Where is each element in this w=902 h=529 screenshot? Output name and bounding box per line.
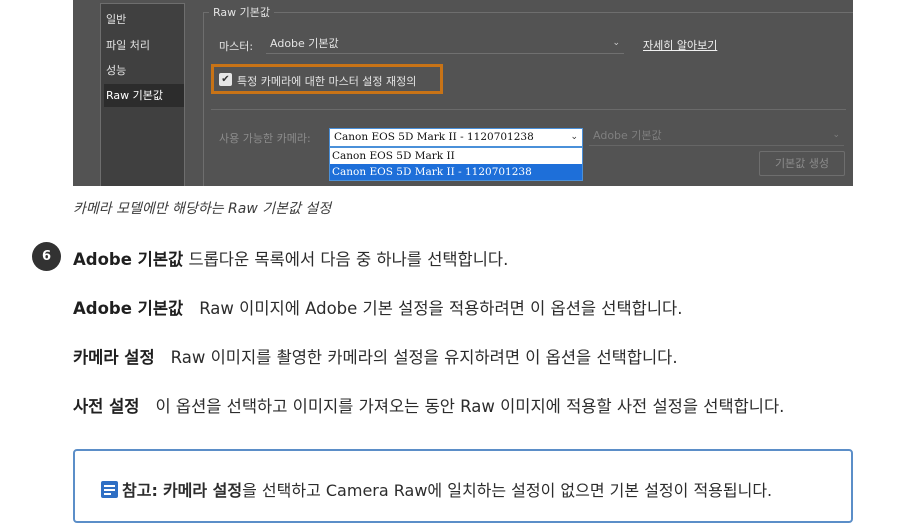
note-text: 참고: 카메라 설정을 선택하고 Camera Raw에 일치하는 설정이 없으… — [101, 477, 772, 501]
option-description: 이 옵션을 선택하고 이미지를 가져오는 동안 Raw 이미지에 적용할 사전 … — [155, 397, 785, 416]
available-cameras-label: 사용 가능한 카메라: — [219, 132, 311, 145]
option-term: Adobe 기본값 — [73, 299, 184, 318]
camera-dropdown[interactable]: Canon EOS 5D Mark II - 1120701238 ⌄ — [329, 128, 583, 147]
note-term: 카메라 설정 — [162, 481, 243, 500]
category-file-handling[interactable]: 파일 처리 — [104, 34, 184, 57]
note-box: 참고: 카메라 설정을 선택하고 Camera Raw에 일치하는 설정이 없으… — [73, 449, 853, 523]
chevron-down-icon: ⌄ — [570, 132, 578, 142]
category-general[interactable]: 일반 — [104, 8, 184, 31]
camera-option[interactable]: Canon EOS 5D Mark II — [330, 148, 582, 164]
step-number-badge: 6 — [32, 242, 61, 271]
option-preset: 사전 설정 이 옵션을 선택하고 이미지를 가져오는 동안 Raw 이미지에 적용… — [73, 393, 784, 417]
category-raw-defaults[interactable]: Raw 기본값 — [104, 84, 184, 107]
master-label: 마스터: — [219, 40, 254, 53]
option-term: 카메라 설정 — [73, 348, 155, 367]
camera-dropdown-value: Canon EOS 5D Mark II - 1120701238 — [334, 131, 534, 143]
create-default-button[interactable]: 기본값 생성 — [759, 151, 845, 176]
step-term: Adobe 기본값 — [73, 250, 184, 269]
override-checkbox[interactable]: ✔ — [219, 73, 232, 86]
option-term: 사전 설정 — [73, 397, 140, 416]
master-dropdown-value: Adobe 기본값 — [270, 37, 339, 50]
option-description: Raw 이미지에 Adobe 기본 설정을 적용하려면 이 옵션을 선택합니다. — [199, 299, 683, 318]
option-description: Raw 이미지를 촬영한 카메라의 설정을 유지하려면 이 옵션을 선택합니다. — [170, 348, 678, 367]
group-separator — [211, 109, 846, 110]
preferences-category-list: 일반 파일 처리 성능 Raw 기본값 — [100, 3, 185, 186]
option-adobe-default: Adobe 기본값 Raw 이미지에 Adobe 기본 설정을 적용하려면 이 옵… — [73, 295, 682, 319]
camera-default-dropdown-value: Adobe 기본값 — [593, 129, 662, 142]
raw-defaults-group-title: Raw 기본값 — [209, 4, 274, 20]
note-label: 참고: — [122, 481, 158, 500]
option-camera-settings: 카메라 설정 Raw 이미지를 촬영한 카메라의 설정을 유지하려면 이 옵션을 … — [73, 344, 678, 368]
note-icon — [101, 481, 118, 498]
step-instruction: Adobe 기본값 드롭다운 목록에서 다음 중 하나를 선택합니다. — [73, 246, 508, 270]
raw-defaults-dialog-screenshot: 일반 파일 처리 성능 Raw 기본값 Raw 기본값 마스터: Adobe 기… — [73, 0, 853, 186]
master-dropdown[interactable]: Adobe 기본값 ⌄ — [266, 35, 624, 54]
override-checkbox-label: 특정 카메라에 대한 마스터 설정 재정의 — [237, 75, 417, 88]
step-text: 드롭다운 목록에서 다음 중 하나를 선택합니다. — [183, 250, 509, 269]
camera-dropdown-list: Canon EOS 5D Mark II Canon EOS 5D Mark I… — [329, 147, 583, 181]
checkmark-icon: ✔ — [221, 74, 230, 85]
note-body: 을 선택하고 Camera Raw에 일치하는 설정이 없으면 기본 설정이 적… — [242, 481, 773, 500]
category-performance[interactable]: 성능 — [104, 59, 184, 82]
figure-caption: 카메라 모델에만 해당하는 Raw 기본값 설정 — [73, 201, 332, 217]
camera-option-selected[interactable]: Canon EOS 5D Mark II - 1120701238 — [330, 164, 582, 180]
chevron-down-icon: ⌄ — [832, 130, 840, 140]
chevron-down-icon: ⌄ — [612, 38, 620, 48]
learn-more-link[interactable]: 자세히 알아보기 — [643, 37, 717, 53]
camera-default-dropdown[interactable]: Adobe 기본값 ⌄ — [589, 127, 844, 146]
